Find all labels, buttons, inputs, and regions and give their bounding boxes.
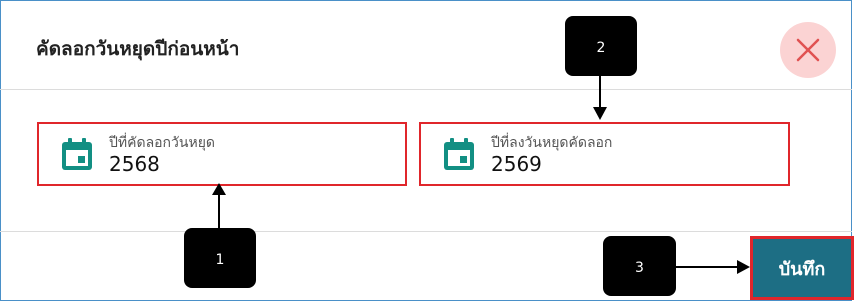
annotation-badge-3: 3 xyxy=(603,236,676,296)
arrow-3-head xyxy=(737,260,750,274)
arrow-1-head xyxy=(212,183,226,195)
annotation-arrows xyxy=(212,76,750,274)
annotation-badge-2: 2 xyxy=(565,16,637,76)
annotation-badge-1: 1 xyxy=(184,228,256,288)
save-button[interactable]: บันทึก xyxy=(750,236,854,300)
arrow-2-head xyxy=(593,107,607,120)
